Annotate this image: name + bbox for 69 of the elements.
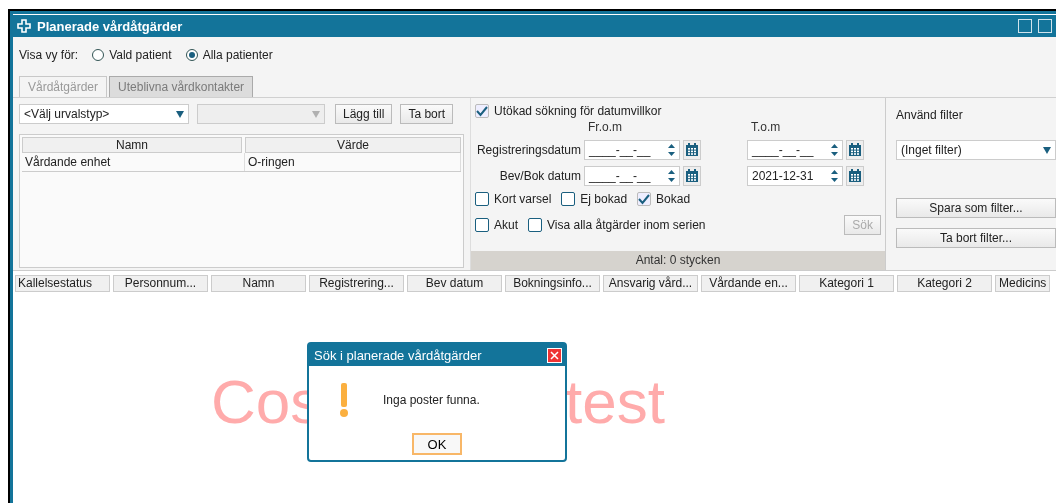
column-header[interactable]: Kategori 2	[897, 275, 992, 292]
checkbox-label: Utökad sökning för datumvillkor	[494, 104, 662, 118]
type-dropdown[interactable]: <Välj urvalstyp>	[19, 104, 189, 124]
column-header[interactable]: Medicins	[995, 275, 1051, 292]
table-cell: Vårdande enhet	[22, 153, 245, 171]
checkbox-label: Visa alla åtgärder inom serien	[547, 218, 706, 232]
column-header[interactable]: Vårdande en...	[701, 275, 796, 292]
spinner-icon	[668, 144, 675, 156]
radio-button[interactable]	[92, 49, 105, 61]
calendar-button[interactable]	[683, 166, 701, 186]
to-label: T.o.m	[750, 120, 782, 134]
radio-label: Vald patient	[109, 48, 172, 62]
radio-label: Alla patienter	[202, 48, 273, 62]
background-text: test	[565, 371, 665, 433]
exclamation-icon	[339, 382, 349, 417]
date-field[interactable]: 2021-12-31	[747, 166, 843, 186]
checkbox-label: Bokad	[656, 192, 691, 206]
remove-button[interactable]: Ta bort	[400, 104, 454, 124]
date-field[interactable]: ____-__-__	[584, 140, 680, 160]
date-label: Bev/Bok datum	[498, 169, 581, 183]
column-header[interactable]: Kallelsestatus	[15, 275, 110, 292]
cross-icon	[17, 19, 31, 33]
checkbox[interactable]	[637, 192, 652, 206]
date-label: Registreringsdatum	[475, 143, 581, 157]
column-header[interactable]: Bev datum	[407, 275, 502, 292]
calendar-button[interactable]	[846, 140, 864, 160]
ok-button[interactable]: OK	[412, 433, 462, 455]
dropdown-arrow-icon	[1043, 146, 1051, 154]
add-button[interactable]: Lägg till	[335, 104, 393, 124]
count-bar: Antal: 0 stycken	[471, 251, 885, 270]
window-title: Planerade vårdåtgärder	[37, 18, 184, 34]
checkbox[interactable]	[561, 192, 576, 206]
column-header[interactable]: Registrering...	[309, 275, 404, 292]
column-header[interactable]: Personnum...	[113, 275, 208, 292]
checkbox[interactable]	[528, 218, 542, 232]
date-field[interactable]: ____-__-__	[747, 140, 843, 160]
column-header[interactable]: Namn	[22, 137, 242, 153]
restore-button[interactable]	[1038, 19, 1052, 33]
spinner-icon	[668, 170, 675, 182]
table-cell: O-ringen	[245, 153, 461, 171]
save-filter-button[interactable]: Spara som filter...	[896, 198, 1056, 218]
checkbox-label: Kort varsel	[494, 192, 552, 206]
dropdown-arrow-icon	[312, 110, 320, 118]
from-label: Fr.o.m	[587, 120, 623, 134]
calendar-button[interactable]	[846, 166, 864, 186]
minimize-button[interactable]	[1018, 19, 1032, 33]
checkbox-label: Akut	[494, 218, 518, 232]
column-header[interactable]: Kategori 1	[799, 275, 894, 292]
column-header[interactable]: Ansvarig vård...	[603, 275, 698, 292]
checkbox[interactable]	[475, 218, 489, 232]
close-button[interactable]	[547, 347, 562, 363]
spinner-icon	[831, 170, 838, 182]
dialog-title: Sök i planerade vårdåtgärder	[314, 347, 482, 363]
column-header[interactable]: Namn	[211, 275, 306, 292]
column-header[interactable]: Värde	[245, 137, 461, 153]
delete-filter-button[interactable]: Ta bort filter...	[896, 228, 1056, 248]
calendar-button[interactable]	[683, 140, 701, 160]
spinner-icon	[831, 144, 838, 156]
checkbox[interactable]	[475, 104, 489, 118]
filter-dropdown[interactable]: (Inget filter)	[896, 140, 1056, 160]
filter-label: Använd filter	[896, 108, 964, 122]
radio-button[interactable]	[185, 49, 198, 61]
checkbox[interactable]	[475, 192, 489, 206]
dropdown-arrow-icon	[176, 110, 184, 118]
date-field[interactable]: ____-__-__	[584, 166, 680, 186]
checkbox-label: Ej bokad	[580, 192, 628, 206]
dialog-message: Inga poster funna.	[383, 392, 480, 407]
column-header[interactable]: Bokningsinfo...	[505, 275, 600, 292]
view-label: Visa vy för:	[19, 48, 79, 62]
